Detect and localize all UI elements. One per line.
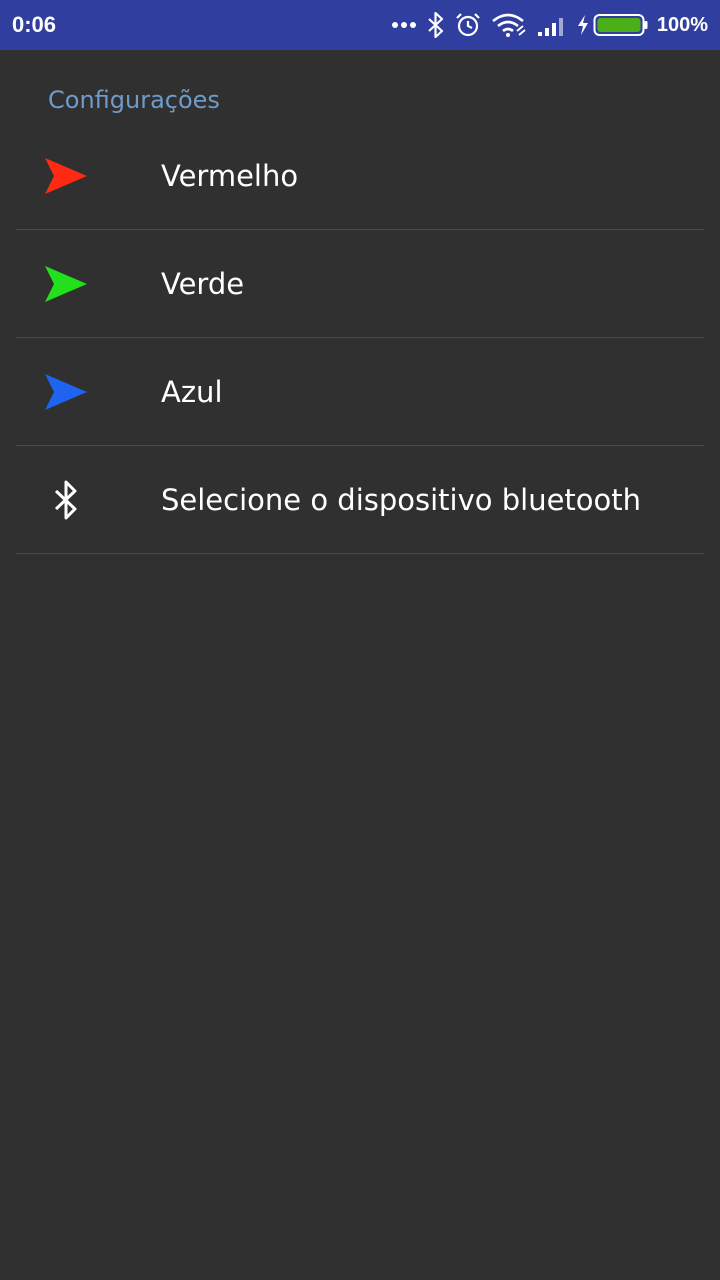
setting-item-green[interactable]: Verde [16,230,704,338]
alarm-icon [455,12,481,38]
wifi-icon [491,12,527,38]
settings-list: Vermelho Verde Azul Selecione o disposit… [16,122,704,554]
send-icon [44,264,88,304]
more-dots-icon [391,21,417,29]
signal-icon [537,13,567,37]
battery-percent: 100% [656,13,708,36]
section-title: Configurações [48,86,220,114]
status-bar: 0:06 100% [0,0,720,50]
send-icon [44,372,88,412]
battery-icon [593,13,649,37]
setting-label: Verde [161,266,245,301]
setting-label: Azul [161,374,223,409]
charging-icon [577,14,589,36]
setting-item-blue[interactable]: Azul [16,338,704,446]
bluetooth-icon [427,12,445,38]
send-icon [44,156,88,196]
setting-item-bluetooth-device[interactable]: Selecione o dispositivo bluetooth [16,446,704,554]
setting-label: Selecione o dispositivo bluetooth [161,482,642,517]
status-icons: 100% [381,0,708,50]
bluetooth-icon [44,480,88,520]
status-time: 0:06 [12,12,57,37]
setting-item-red[interactable]: Vermelho [16,122,704,230]
setting-label: Vermelho [161,158,299,193]
